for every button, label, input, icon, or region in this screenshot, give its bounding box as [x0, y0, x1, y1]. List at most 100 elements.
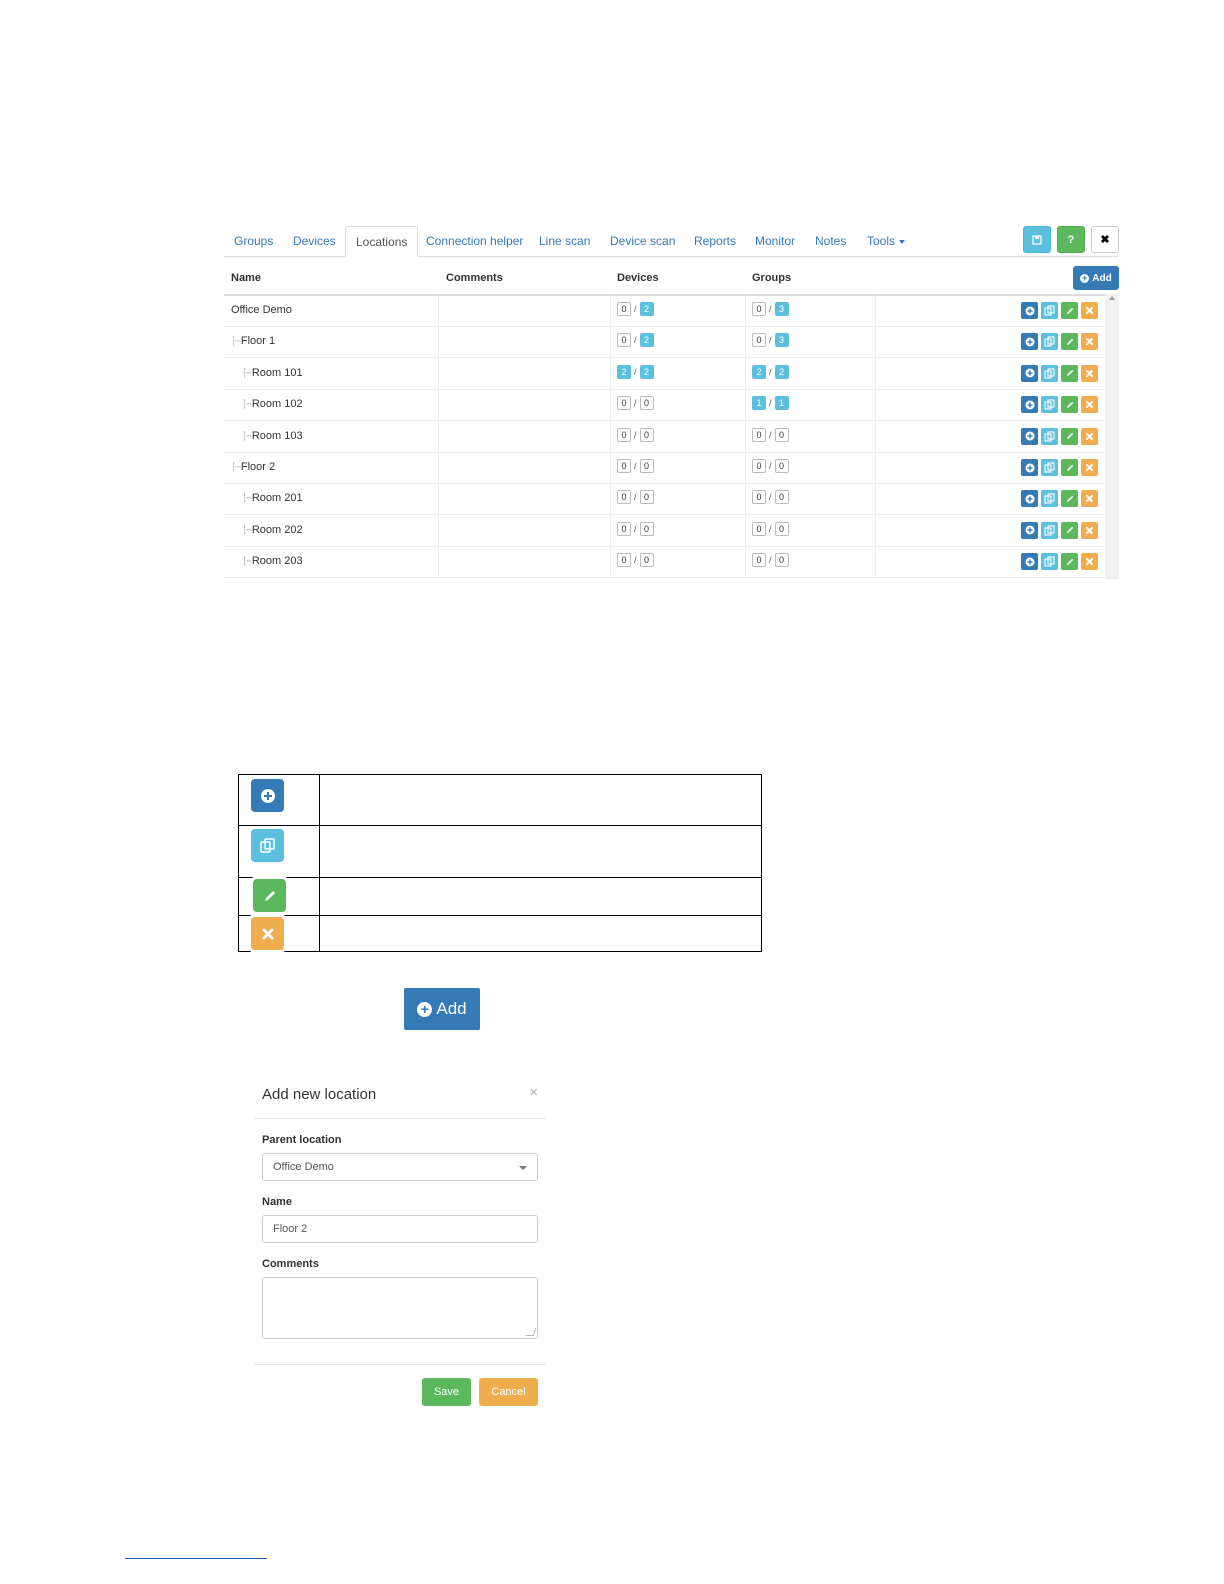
counter-separator: / — [634, 366, 637, 377]
comments-textarea[interactable] — [262, 1277, 538, 1339]
resize-grip-icon[interactable] — [525, 1328, 537, 1336]
column-divider — [745, 452, 746, 483]
tab-notes[interactable]: Notes — [805, 226, 856, 256]
tab-monitor[interactable]: Monitor — [745, 226, 805, 256]
table-row[interactable]: ┆╌Floor 2 0/0 0/0 — [224, 452, 1104, 484]
copy-button[interactable] — [1041, 490, 1058, 508]
edit-button[interactable] — [1061, 427, 1078, 445]
devices-total-badge: 0 — [639, 521, 654, 536]
tab-reports[interactable]: Reports — [684, 226, 746, 256]
tab-connection-helper[interactable]: Connection helper — [416, 226, 533, 256]
add-child-button[interactable] — [1021, 521, 1038, 539]
edit-button[interactable] — [1061, 302, 1078, 319]
column-divider — [875, 546, 876, 578]
name-label: Name — [262, 1196, 292, 1208]
add-child-button[interactable] — [1021, 364, 1038, 382]
copy-button[interactable] — [1041, 302, 1058, 319]
parent-location-select[interactable]: Office Demo — [262, 1153, 538, 1181]
edit-icon — [1066, 464, 1073, 471]
help-button[interactable]: ? — [1057, 226, 1085, 253]
add-child-button[interactable] — [1021, 396, 1038, 414]
edit-button[interactable] — [1061, 333, 1078, 351]
table-row[interactable]: ┆╌Room 101 2/2 2/2 — [224, 357, 1104, 390]
groups-counter: 0/0 — [752, 521, 789, 536]
edit-button[interactable] — [1061, 396, 1078, 414]
edit-icon — [1066, 432, 1073, 440]
copy-icon — [1044, 525, 1055, 536]
add-child-icon — [1025, 557, 1034, 567]
table-row[interactable]: ┆╌Floor 1 0/2 0/3 — [224, 326, 1104, 359]
groups-counter: 2/2 — [752, 364, 789, 379]
edit-button[interactable] — [1061, 553, 1078, 571]
table-row[interactable]: ┆╌Room 102 0/0 1/1 — [224, 389, 1104, 422]
table-row[interactable]: ┆╌Room 103 0/0 0/0 — [224, 420, 1104, 453]
edit-button[interactable] — [1061, 364, 1078, 382]
add-location-button[interactable]: + Add — [1073, 266, 1119, 290]
copy-button[interactable] — [1041, 427, 1058, 445]
table-row[interactable]: ┆╌Room 201 0/0 0/0 — [224, 483, 1104, 516]
edit-icon — [1066, 401, 1073, 408]
add-child-button[interactable] — [1021, 427, 1038, 445]
add-child-button[interactable] — [1021, 459, 1038, 476]
edit-icon — [253, 879, 286, 912]
tab-device-scan[interactable]: Device scan — [600, 226, 685, 256]
scroll-up-arrow-icon[interactable] — [1109, 296, 1115, 300]
location-name: ┆╌Room 102 — [242, 398, 303, 410]
copy-button[interactable] — [1041, 364, 1058, 382]
copy-button[interactable] — [1041, 333, 1058, 351]
add-button-example[interactable]: + Add — [404, 988, 480, 1030]
plus-circle-icon: + — [417, 1001, 433, 1017]
delete-button[interactable] — [1081, 553, 1098, 571]
groups-total-badge: 0 — [774, 427, 789, 442]
table-row[interactable]: ┆╌Room 203 0/0 0/0 — [224, 546, 1104, 579]
modal-close-icon[interactable]: × — [529, 1084, 538, 1101]
add-child-button[interactable] — [1021, 333, 1038, 351]
location-name-text: Room 201 — [251, 492, 303, 505]
row-actions — [1021, 553, 1098, 571]
add-child-button[interactable] — [1021, 553, 1038, 571]
copy-icon — [1044, 305, 1055, 316]
delete-button[interactable] — [1081, 364, 1098, 382]
copy-button[interactable] — [1041, 521, 1058, 539]
delete-button[interactable] — [1081, 521, 1098, 539]
groups-total-badge: 0 — [774, 521, 789, 536]
copy-button[interactable] — [1041, 553, 1058, 571]
delete-icon — [1086, 401, 1093, 409]
tab-locations[interactable]: Locations — [345, 226, 419, 257]
name-input[interactable]: Floor 2 — [262, 1215, 538, 1243]
edit-button[interactable] — [1061, 459, 1078, 476]
delete-button[interactable] — [1081, 459, 1098, 476]
tab-tools[interactable]: Tools — [857, 226, 915, 256]
delete-button[interactable] — [1081, 490, 1098, 508]
delete-button[interactable] — [1081, 333, 1098, 351]
cancel-button[interactable]: Cancel — [479, 1378, 538, 1406]
tab-line-scan[interactable]: Line scan — [529, 226, 600, 256]
column-divider — [745, 357, 746, 389]
close-button[interactable]: ✖ — [1091, 226, 1119, 253]
counter-separator: / — [769, 304, 772, 314]
edit-button[interactable] — [1061, 490, 1078, 508]
plus-circle-icon: + — [1080, 272, 1090, 283]
edit-button[interactable] — [1061, 521, 1078, 539]
column-divider — [745, 326, 746, 358]
table-row[interactable]: Office Demo 0/2 0/3 — [224, 295, 1104, 327]
table-row[interactable]: ┆╌Room 202 0/0 0/0 — [224, 514, 1104, 547]
groups-counter: 0/3 — [752, 333, 789, 348]
copy-icon — [1044, 556, 1055, 567]
copy-button[interactable] — [1041, 459, 1058, 476]
add-child-button[interactable] — [1021, 490, 1038, 508]
column-divider — [745, 389, 746, 421]
delete-button[interactable] — [1081, 302, 1098, 319]
copy-button[interactable] — [1041, 396, 1058, 414]
save-button[interactable]: Save — [422, 1378, 471, 1406]
add-child-button[interactable] — [1021, 302, 1038, 319]
delete-button[interactable] — [1081, 396, 1098, 414]
tab-devices[interactable]: Devices — [283, 226, 346, 256]
header-comments: Comments — [446, 272, 503, 284]
tab-groups[interactable]: Groups — [224, 226, 283, 256]
delete-button[interactable] — [1081, 427, 1098, 445]
name-value: Floor 2 — [273, 1223, 308, 1235]
save-button[interactable] — [1023, 226, 1051, 253]
footnote-link-underline[interactable] — [125, 1558, 267, 1559]
table-scrollbar[interactable] — [1105, 294, 1119, 579]
